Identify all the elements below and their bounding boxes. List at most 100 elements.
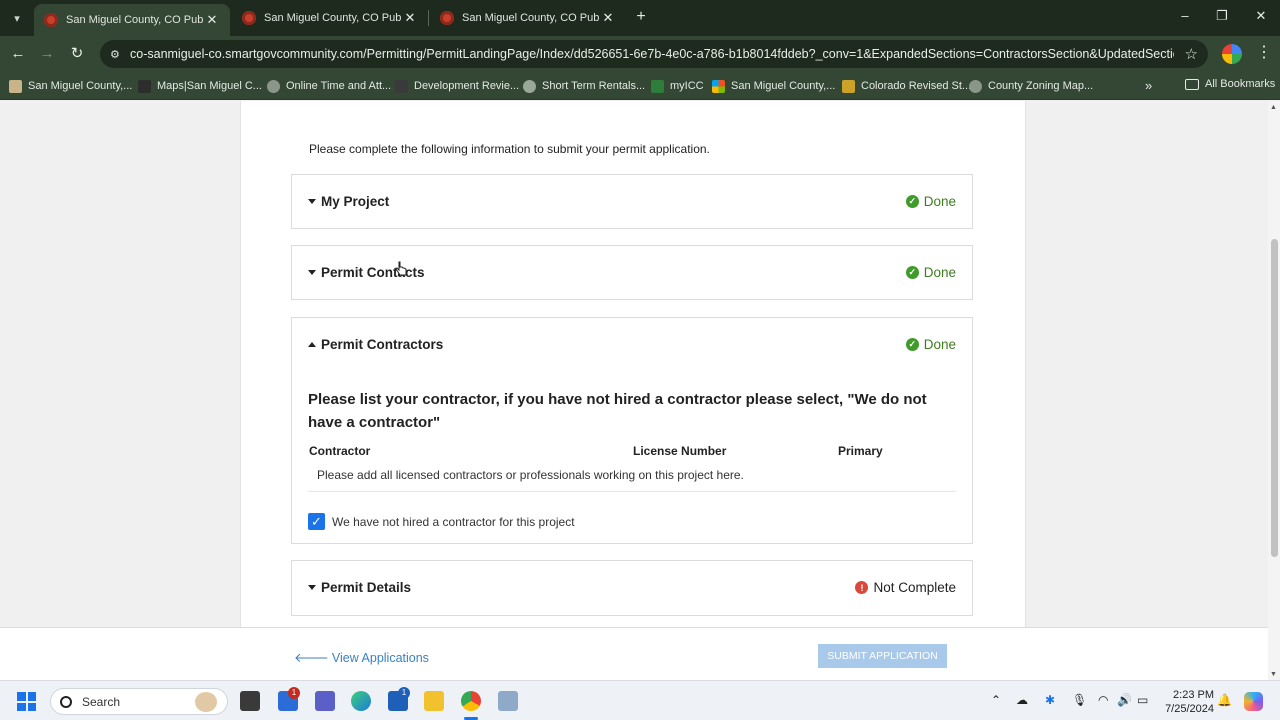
browser-tab-2[interactable]: San Miguel County, CO Public Portal ✕ — [232, 4, 428, 32]
bookmark-item[interactable]: Maps|San Miguel C... — [138, 78, 262, 94]
forward-icon[interactable]: → — [37, 44, 57, 64]
bookmark-item[interactable]: Online Time and Att... — [267, 78, 391, 94]
status-badge: ✓ Done — [905, 337, 956, 352]
bookmark-item[interactable]: County Zoning Map... — [969, 78, 1093, 94]
bookmark-label: San Miguel County,... — [731, 80, 836, 92]
column-header-contractor: Contractor — [309, 444, 371, 458]
bookmark-item[interactable]: Development Revie... — [395, 78, 519, 94]
section-my-project[interactable]: My Project ✓ Done — [291, 174, 973, 229]
wifi-icon[interactable]: ◠ — [1098, 693, 1108, 707]
page-footer: 🡐 View Applications SUBMIT APPLICATION — [0, 627, 1268, 680]
tab-search-button[interactable]: ▾ — [6, 7, 28, 29]
browser-tab-3[interactable]: San Miguel County, CO Public Portal ✕ — [430, 4, 626, 32]
bookmark-star-icon[interactable]: ☆ — [1185, 45, 1198, 63]
section-header[interactable]: Permit Details — [308, 580, 411, 595]
section-title: Permit Contractors — [321, 337, 444, 352]
browser-tab-1[interactable]: San Miguel County, CO Public Portal ✕ — [34, 4, 230, 36]
search-highlight-icon — [195, 692, 217, 712]
file-explorer-icon[interactable] — [424, 691, 444, 711]
no-contractor-checkbox[interactable]: ✓ — [308, 513, 325, 530]
bookmark-item[interactable]: Short Term Rentals... — [523, 78, 645, 94]
section-title: Permit Details — [321, 580, 412, 595]
snipping-tool-icon[interactable] — [498, 691, 518, 711]
page-scrollbar[interactable]: ▲ ▼ — [1268, 101, 1280, 680]
statute-icon — [842, 79, 855, 93]
scroll-up-icon[interactable]: ▲ — [1270, 104, 1277, 111]
notification-bell-icon[interactable]: 🔔 — [1217, 693, 1232, 707]
taskbar-search[interactable]: Search — [50, 688, 228, 715]
all-bookmarks-button[interactable]: All Bookmarks — [1185, 78, 1275, 90]
section-title: Permit Contacts — [321, 265, 425, 280]
hand-cursor-icon — [395, 261, 407, 276]
bookmark-item[interactable]: San Miguel County,... — [9, 78, 132, 94]
copilot-icon[interactable] — [1244, 692, 1263, 711]
arrow-left-icon: 🡐 — [294, 650, 329, 665]
tray-chevron-up-icon[interactable]: ⌃ — [991, 693, 1001, 707]
application-card: Please complete the following informatio… — [240, 101, 1026, 680]
browser-toolbar: ← → ↻ ⚙ co-sanmiguel-co.smartgovcommunit… — [0, 36, 1280, 72]
view-applications-label: View Applications — [331, 651, 429, 665]
caret-down-icon — [308, 199, 316, 204]
folder-icon — [1185, 78, 1199, 90]
profile-avatar-icon[interactable] — [1222, 44, 1242, 64]
site-favicon-icon — [440, 11, 454, 25]
bookmark-label: Maps|San Miguel C... — [157, 80, 262, 92]
chrome-icon[interactable] — [461, 691, 481, 711]
reload-icon[interactable]: ↻ — [67, 44, 87, 64]
new-tab-icon[interactable]: + — [632, 8, 650, 26]
minimize-icon[interactable]: – — [1175, 8, 1195, 23]
scrollbar-thumb[interactable] — [1271, 239, 1278, 557]
page-viewport: Please complete the following informatio… — [0, 101, 1268, 680]
battery-icon[interactable]: ▭ — [1137, 693, 1148, 707]
system-clock[interactable]: 2:23 PM 7/25/2024 — [1160, 688, 1214, 716]
site-info-icon[interactable]: ⚙ — [110, 48, 126, 61]
gear-icon — [523, 79, 536, 93]
close-tab-icon[interactable]: ✕ — [402, 10, 418, 26]
onedrive-icon[interactable]: ☁ — [1016, 693, 1028, 707]
edge-icon[interactable] — [351, 691, 371, 711]
bookmark-label: Short Term Rentals... — [542, 80, 646, 92]
tab-title: San Miguel County, CO Public Portal — [264, 12, 402, 24]
bookmark-item[interactable]: San Miguel County,... — [712, 78, 835, 94]
bookmark-item[interactable]: myICC — [651, 78, 704, 94]
contractor-question: Please list your contractor, if you have… — [308, 391, 927, 431]
bluetooth-icon[interactable]: ✱ — [1045, 693, 1055, 707]
restore-icon[interactable]: ❐ — [1212, 8, 1232, 24]
section-header[interactable]: My Project — [308, 194, 389, 209]
volume-icon[interactable]: 🔊 — [1117, 693, 1132, 707]
scroll-down-icon[interactable]: ▼ — [1270, 671, 1277, 678]
no-contractor-label[interactable]: We have not hired a contractor for this … — [332, 515, 575, 529]
close-tab-icon[interactable]: ✕ — [204, 12, 220, 28]
address-bar[interactable]: ⚙ co-sanmiguel-co.smartgovcommunity.com/… — [100, 40, 1208, 68]
task-view-icon[interactable] — [240, 691, 260, 711]
section-header[interactable]: Permit Contractors — [308, 337, 443, 352]
check-circle-icon: ✓ — [905, 266, 919, 279]
close-tab-icon[interactable]: ✕ — [600, 10, 616, 26]
submit-application-button[interactable]: SUBMIT APPLICATION — [818, 644, 947, 668]
status-text: Done — [923, 194, 956, 209]
browser-menu-icon[interactable]: ⋮ — [1256, 42, 1272, 62]
clock-date: 7/25/2024 — [1165, 703, 1214, 715]
taskbar-search-label: Search — [82, 694, 121, 709]
windows-start-icon[interactable] — [17, 692, 36, 711]
more-bookmarks-icon[interactable]: » — [1145, 78, 1152, 93]
table-divider — [308, 491, 956, 492]
bookmark-label: myICC — [670, 80, 704, 92]
bookmark-item[interactable]: Colorado Revised St... — [842, 78, 971, 94]
section-permit-contractors[interactable]: Permit Contractors ✓ Done Please list yo… — [291, 317, 973, 544]
status-text: Done — [923, 337, 956, 352]
view-applications-link[interactable]: 🡐 View Applications — [294, 650, 429, 666]
section-permit-details[interactable]: Permit Details ! Not Complete — [291, 560, 973, 616]
status-badge: ✓ Done — [905, 194, 956, 209]
caret-down-icon — [308, 270, 316, 275]
status-text: Done — [923, 265, 956, 280]
column-header-license: License Number — [633, 444, 727, 458]
teams-icon[interactable] — [315, 691, 335, 711]
close-window-icon[interactable]: ✕ — [1251, 8, 1271, 24]
empty-table-message: Please add all licensed contractors or p… — [317, 468, 744, 482]
column-header-primary: Primary — [838, 444, 883, 458]
microphone-icon[interactable]: 🎙 — [1072, 693, 1087, 707]
url-text[interactable]: co-sanmiguel-co.smartgovcommunity.com/Pe… — [130, 47, 1174, 61]
back-icon[interactable]: ← — [8, 44, 28, 64]
status-text: Not Complete — [873, 580, 956, 595]
